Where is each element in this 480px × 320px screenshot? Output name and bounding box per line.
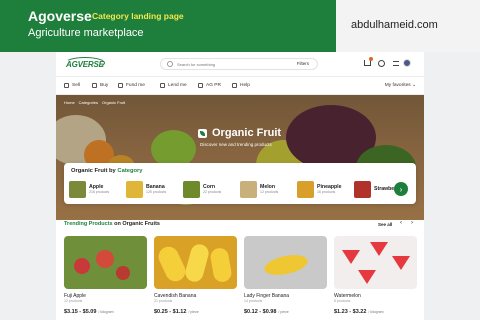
product-price: $1.23 - $3.22/ kilogram xyxy=(334,309,384,315)
fuji-apple-image xyxy=(64,236,147,289)
cavendish-banana-image xyxy=(154,236,237,289)
product-card-fuji-apple[interactable]: Fuji Apple 12 products $3.15 - $5.09/ ki… xyxy=(64,236,147,320)
subnav-label: AG PR xyxy=(206,83,221,88)
product-price: $0.12 - $0.98/ piece xyxy=(244,309,289,315)
logo[interactable]: AGVERSE xyxy=(66,60,104,69)
category-title-prefix: Organic Fruit by xyxy=(71,168,116,174)
search-icon xyxy=(167,61,173,67)
category-count: 12 products xyxy=(260,190,279,194)
subnav-label: Lend me xyxy=(168,83,187,88)
leaf-icon xyxy=(198,128,207,138)
trending-prev-button[interactable]: ‹ xyxy=(400,220,402,226)
product-card-cavendish-banana[interactable]: Cavendish Banana 21 products $0.25 - $1.… xyxy=(154,236,237,320)
category-list: Apple 216 products Banana 125 products Cor… xyxy=(69,180,406,198)
product-count: 12 products xyxy=(64,299,83,303)
lend-icon xyxy=(160,83,165,88)
trending-next-button[interactable]: › xyxy=(411,220,413,226)
pr-icon xyxy=(198,83,203,88)
favorites-dropdown[interactable]: My favorites ⌄ xyxy=(385,83,416,88)
category-count: 125 products xyxy=(146,190,167,194)
globe-icon[interactable] xyxy=(378,60,385,67)
hero-title-row: Organic Fruit xyxy=(198,127,281,139)
author-handle: abdulhameid.com xyxy=(351,19,438,31)
category-page-label: Category landing page xyxy=(92,11,184,21)
subnav-item-fund-me[interactable]: Fund me xyxy=(118,83,145,88)
subnav-label: Fund me xyxy=(126,83,145,88)
breadcrumb: Home Categories Organic Fruit xyxy=(64,100,125,105)
watermelon-image xyxy=(334,236,417,289)
category-count: 22 products xyxy=(203,190,222,194)
category-chip-apple[interactable]: Apple 216 products xyxy=(69,180,121,198)
breadcrumb-categories[interactable]: Categories xyxy=(79,100,98,105)
trending-title: Trending Products on Organic Fruits xyxy=(64,221,160,227)
price-value: $1.23 - $3.22 xyxy=(334,309,367,315)
price-unit: / piece xyxy=(188,310,199,314)
product-count: 8 products xyxy=(334,299,351,303)
product-card-lady-finger-banana[interactable]: Lady Finger Banana 14 products $0.12 - $… xyxy=(244,236,327,320)
product-price: $0.25 - $1.12/ piece xyxy=(154,309,199,315)
see-all-link[interactable]: See all xyxy=(378,222,392,227)
brand-name: Agoverse xyxy=(28,8,92,24)
category-chip-melon[interactable]: Melon 12 products xyxy=(240,180,292,198)
category-chip-corn[interactable]: Corn 22 products xyxy=(183,180,235,198)
presentation-header: Agoverse Category landing page Agricultu… xyxy=(0,0,336,52)
category-chip-banana[interactable]: Banana 125 products xyxy=(126,180,178,198)
price-unit: / kilogram xyxy=(98,310,114,314)
banana-thumbnail xyxy=(126,180,143,198)
sub-navigation: Sell Buy Fund me Lend me AG PR Help My f… xyxy=(56,77,424,95)
buy-icon xyxy=(92,83,97,88)
subnav-label: Buy xyxy=(100,83,109,88)
category-count: 16 products xyxy=(317,190,336,194)
subnav-item-sell[interactable]: Sell xyxy=(64,83,80,88)
search-input[interactable] xyxy=(177,60,277,69)
price-unit: / piece xyxy=(278,310,289,314)
subnav-item-buy[interactable]: Buy xyxy=(92,83,108,88)
lady-finger-banana-image xyxy=(244,236,327,289)
subnav-item-ag-pr[interactable]: AG PR xyxy=(198,83,221,88)
brand-subtitle: Agriculture marketplace xyxy=(28,27,144,39)
navbar: AGVERSE Filters xyxy=(56,52,424,77)
trending-title-prefix: Trending Products xyxy=(64,221,113,227)
corn-thumbnail xyxy=(183,180,200,198)
product-price: $3.15 - $5.09/ kilogram xyxy=(64,309,114,315)
avatar[interactable] xyxy=(403,59,411,67)
category-card-title: Organic Fruit by Category xyxy=(71,168,143,174)
price-value: $0.12 - $0.98 xyxy=(244,309,277,315)
apple-thumbnail xyxy=(69,180,86,198)
category-title-accent: Category xyxy=(117,168,143,174)
price-unit: / kilogram xyxy=(368,310,384,314)
help-icon xyxy=(232,83,237,88)
breadcrumb-home[interactable]: Home xyxy=(64,100,75,105)
sell-icon xyxy=(64,83,69,88)
price-value: $0.25 - $1.12 xyxy=(154,309,187,315)
category-card: Organic Fruit by Category Apple 216 produ… xyxy=(64,163,416,204)
page-title: Organic Fruit xyxy=(212,127,282,139)
breadcrumb-current: Organic Fruit xyxy=(102,100,126,105)
product-count: 21 products xyxy=(154,299,173,303)
app-window: AGVERSE Filters Sell Buy Fund me Lend me xyxy=(56,52,424,320)
author-panel: abdulhameid.com xyxy=(336,0,480,52)
menu-icon[interactable] xyxy=(393,61,399,66)
category-next-button[interactable]: › xyxy=(394,182,408,196)
category-chip-pineapple[interactable]: Pineapple 16 products xyxy=(297,180,349,198)
fund-icon xyxy=(118,83,123,88)
strawberry-thumbnail xyxy=(354,180,371,198)
subnav-label: Sell xyxy=(72,83,80,88)
trending-title-suffix: on Organic Fruits xyxy=(114,221,160,227)
product-list: Fuji Apple 12 products $3.15 - $5.09/ ki… xyxy=(64,236,417,320)
category-count: 216 products xyxy=(89,190,110,194)
melon-thumbnail xyxy=(240,180,257,198)
filters-button[interactable]: Filters xyxy=(297,61,309,66)
product-card-watermelon[interactable]: Watermelon 8 products $1.23 - $3.22/ kil… xyxy=(334,236,417,320)
cart-badge xyxy=(369,57,373,61)
product-count: 14 products xyxy=(244,299,263,303)
subnav-item-lend-me[interactable]: Lend me xyxy=(160,83,187,88)
subnav-label: Help xyxy=(240,83,250,88)
subnav-item-help[interactable]: Help xyxy=(232,83,250,88)
search-bar[interactable]: Filters xyxy=(160,58,318,70)
pineapple-thumbnail xyxy=(297,180,314,198)
price-value: $3.15 - $5.09 xyxy=(64,309,97,315)
hero-subtitle: Discover new and trending products xyxy=(200,142,272,147)
